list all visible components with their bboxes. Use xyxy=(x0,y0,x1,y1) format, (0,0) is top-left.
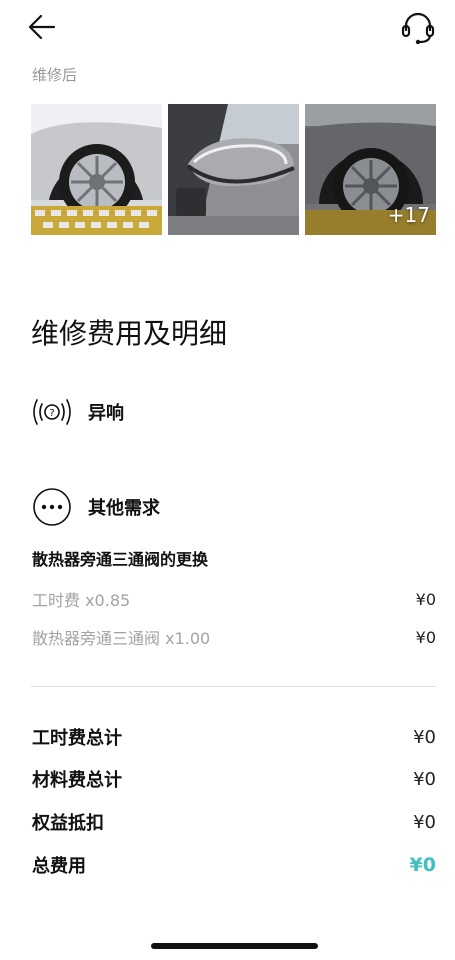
top-bar xyxy=(0,0,455,56)
fee-line-row: 散热器旁通三通阀 x1.00 ¥0 xyxy=(32,625,436,649)
total-name: 材料费总计 xyxy=(32,770,122,791)
photo-thumbnail-mirror[interactable] xyxy=(168,104,299,235)
total-amount: ¥0 xyxy=(413,768,436,790)
fee-line-amount: ¥0 xyxy=(415,589,436,609)
grand-total-name: 总费用 xyxy=(32,856,86,877)
wheel-photo-image xyxy=(31,104,162,235)
fee-line-name: 工时费 x0.85 xyxy=(32,591,131,610)
repair-item-title: 散热器旁通三通阀的更换 xyxy=(32,550,209,569)
fee-line-name: 散热器旁通三通阀 x1.00 xyxy=(32,629,211,648)
total-name: 权益抵扣 xyxy=(32,813,104,834)
issue-row-noise: ? 异响 xyxy=(32,392,124,432)
back-button[interactable] xyxy=(26,10,60,44)
total-amount: ¥0 xyxy=(413,811,436,833)
total-name: 工时费总计 xyxy=(32,728,122,749)
headset-icon xyxy=(401,12,435,45)
more-photos-count: +17 xyxy=(387,203,430,227)
fee-line-amount: ¥0 xyxy=(415,627,436,647)
arrow-left-icon xyxy=(28,14,56,40)
fees-heading: 维修费用及明细 xyxy=(31,317,228,350)
photo-gallery: +17 xyxy=(31,104,436,235)
photo-thumbnail-wheel-more[interactable]: +17 xyxy=(305,104,436,235)
customer-service-button[interactable] xyxy=(398,8,438,48)
mirror-photo-image xyxy=(168,104,299,235)
divider xyxy=(31,686,436,687)
more-dots-icon xyxy=(33,488,71,526)
total-amount: ¥0 xyxy=(413,726,436,748)
issue-label: 其他需求 xyxy=(88,498,160,519)
total-row-benefit-deduction: 权益抵扣 ¥0 xyxy=(32,809,436,835)
issue-row-other: 其他需求 xyxy=(32,487,160,527)
svg-text:?: ? xyxy=(49,408,54,419)
grand-total-amount: ¥0 xyxy=(409,854,436,876)
fee-line-row: 工时费 x0.85 ¥0 xyxy=(32,587,436,611)
home-indicator[interactable] xyxy=(151,943,318,949)
after-repair-label: 维修后 xyxy=(32,66,78,84)
total-row-labor: 工时费总计 ¥0 xyxy=(32,724,436,750)
issue-label: 异响 xyxy=(88,403,124,424)
total-row-material: 材料费总计 ¥0 xyxy=(32,766,436,792)
photo-thumbnail-wheel[interactable] xyxy=(31,104,162,235)
total-row-grand-total: 总费用 ¥0 xyxy=(32,852,436,878)
sound-wave-icon: ? xyxy=(33,399,71,425)
